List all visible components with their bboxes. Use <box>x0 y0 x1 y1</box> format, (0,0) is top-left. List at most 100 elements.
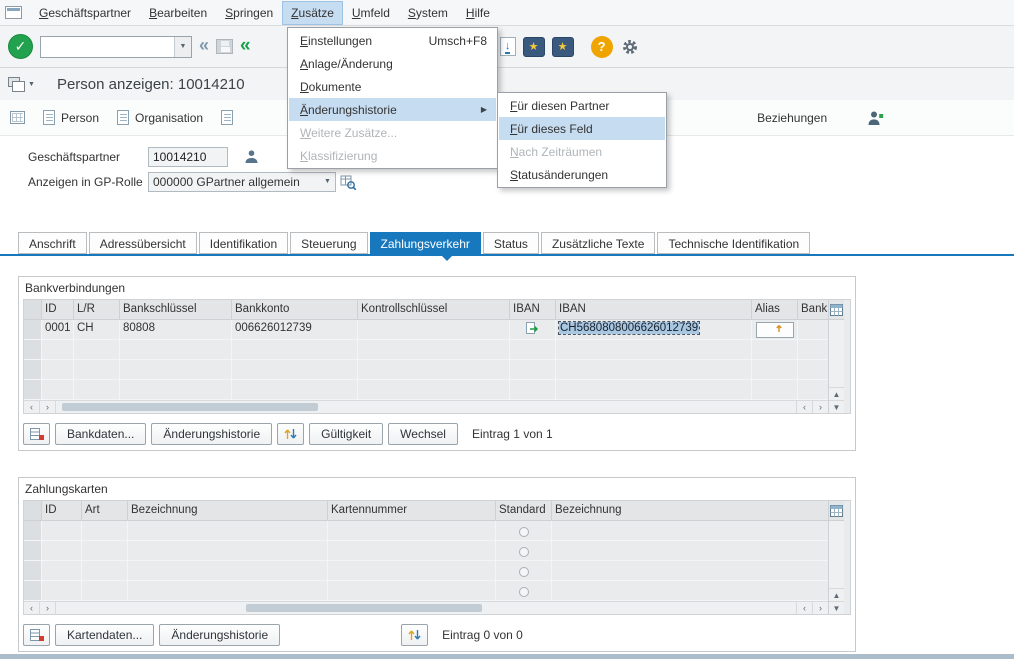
cell-iban[interactable]: CH5680808006626012739 <box>556 320 752 340</box>
hscroll-thumb[interactable] <box>246 604 482 612</box>
new-session-icon-button[interactable]: ★ <box>523 37 545 57</box>
bank-col-alias[interactable]: Alias <box>752 300 798 320</box>
cell-bank[interactable] <box>798 320 828 340</box>
row-selector[interactable] <box>24 360 42 380</box>
cell[interactable] <box>328 581 496 601</box>
cell[interactable] <box>128 541 328 561</box>
cell-lr[interactable]: CH <box>74 320 120 340</box>
person-button[interactable]: Person <box>37 106 105 129</box>
row-selector[interactable] <box>24 561 42 581</box>
menu-item-einstellungen[interactable]: Einstellungen Umsch+F8 <box>289 29 496 52</box>
cell[interactable] <box>328 521 496 541</box>
hscroll-track[interactable] <box>56 602 796 614</box>
hscroll-track[interactable] <box>56 401 796 413</box>
cell[interactable] <box>328 541 496 561</box>
enter-icon-button[interactable]: ✓ <box>8 34 33 59</box>
bank-empty-row[interactable] <box>24 360 828 380</box>
cards-col-id[interactable]: ID <box>42 501 82 521</box>
bank-hscrollbar[interactable]: ‹ › ‹ › <box>24 400 828 413</box>
cell[interactable] <box>752 380 798 400</box>
bank-col-bankkonto[interactable]: Bankkonto <box>232 300 358 320</box>
bank-col-bank[interactable]: Bank <box>798 300 828 320</box>
cell[interactable] <box>82 521 128 541</box>
cards-empty-row[interactable] <box>24 541 828 561</box>
role-dropdown-icon[interactable]: ▼ <box>320 178 335 185</box>
standard-radio-icon[interactable] <box>519 567 529 577</box>
command-input[interactable] <box>41 37 174 57</box>
cell[interactable] <box>74 380 120 400</box>
menu-hilfe[interactable]: Hilfe <box>457 1 499 25</box>
cards-vscrollbar[interactable]: ▲ ▼ <box>828 501 844 614</box>
create-shortcut-icon-button[interactable]: ★ <box>552 37 574 57</box>
hscroll-thumb[interactable] <box>62 403 318 411</box>
cell-kontrollschluessel[interactable] <box>358 320 510 340</box>
bank-select-all-header[interactable] <box>24 300 42 320</box>
cell[interactable] <box>798 380 828 400</box>
cell[interactable] <box>798 340 828 360</box>
cards-aenderungshistorie-button[interactable]: Änderungshistorie <box>159 624 280 646</box>
alias-icon-button[interactable] <box>756 322 794 338</box>
worklist-icon-button[interactable] <box>10 111 25 124</box>
cards-col-standard[interactable]: Standard <box>496 501 552 521</box>
submenu-item-statusaenderungen[interactable]: Statusänderungen <box>499 163 665 186</box>
cell-standard[interactable] <box>496 521 552 541</box>
iban-value-selected[interactable]: CH5680808006626012739 <box>559 322 699 334</box>
cell[interactable] <box>120 360 232 380</box>
menu-system[interactable]: System <box>399 1 457 25</box>
cell[interactable] <box>510 380 556 400</box>
tab-anschrift[interactable]: Anschrift <box>18 232 87 254</box>
cell[interactable] <box>128 521 328 541</box>
row-selector[interactable] <box>24 541 42 561</box>
cards-sort-icon-button[interactable] <box>401 624 428 646</box>
standard-radio-icon[interactable] <box>519 587 529 597</box>
bank-aenderungshistorie-button[interactable]: Änderungshistorie <box>151 423 272 445</box>
cards-table-settings-icon-button[interactable] <box>829 501 844 521</box>
relationships-person-icon-button[interactable] <box>867 110 884 126</box>
cell[interactable] <box>556 340 752 360</box>
tab-status[interactable]: Status <box>483 232 539 254</box>
cell-alias[interactable] <box>752 320 798 340</box>
cards-select-all-header[interactable] <box>24 501 42 521</box>
cell[interactable] <box>358 380 510 400</box>
submenu-item-fuer-dieses-feld[interactable]: Für dieses Feld <box>499 117 665 140</box>
cell[interactable] <box>74 360 120 380</box>
bottom-splitter[interactable] <box>0 654 1014 659</box>
row-selector[interactable] <box>24 521 42 541</box>
role-matchcode-icon-button[interactable] <box>340 174 357 190</box>
menu-bearbeiten[interactable]: Bearbeiten <box>140 1 216 25</box>
cell[interactable] <box>552 561 828 581</box>
cell[interactable] <box>552 581 828 601</box>
bank-col-id[interactable]: ID <box>42 300 74 320</box>
cell[interactable] <box>328 561 496 581</box>
menu-geschaeftspartner[interactable]: Geschäftspartner <box>30 1 140 25</box>
cell[interactable] <box>120 380 232 400</box>
cell[interactable] <box>128 561 328 581</box>
cell-bankkonto[interactable]: 006626012739 <box>232 320 358 340</box>
cell[interactable] <box>552 541 828 561</box>
cell[interactable] <box>42 380 74 400</box>
cell[interactable] <box>42 521 82 541</box>
cell[interactable] <box>232 380 358 400</box>
tab-zahlungsverkehr[interactable]: Zahlungsverkehr <box>370 232 481 254</box>
bank-col-lr[interactable]: L/R <box>74 300 120 320</box>
cell[interactable] <box>510 340 556 360</box>
cell[interactable] <box>42 360 74 380</box>
bank-col-iban-icon[interactable]: IBAN <box>510 300 556 320</box>
tab-identifikation[interactable]: Identifikation <box>199 232 288 254</box>
standard-radio-icon[interactable] <box>519 527 529 537</box>
clipped-button[interactable] <box>215 106 245 129</box>
iban-detail-icon-button[interactable] <box>525 321 540 338</box>
tab-steuerung[interactable]: Steuerung <box>290 232 367 254</box>
scroll-left-icon[interactable]: ‹ <box>24 401 40 413</box>
bank-col-iban[interactable]: IBAN <box>556 300 752 320</box>
cell-standard[interactable] <box>496 561 552 581</box>
cell[interactable] <box>42 581 82 601</box>
cell[interactable] <box>798 360 828 380</box>
bank-vscrollbar[interactable]: ▲ ▼ <box>828 300 844 413</box>
cell[interactable] <box>82 561 128 581</box>
scroll-up-icon[interactable]: ▲ <box>829 588 844 601</box>
scroll-right-icon[interactable]: › <box>812 401 828 413</box>
cards-table-icon-button[interactable] <box>23 624 50 646</box>
cell-id[interactable]: 0001 <box>42 320 74 340</box>
bank-col-bankschluessel[interactable]: Bankschlüssel <box>120 300 232 320</box>
